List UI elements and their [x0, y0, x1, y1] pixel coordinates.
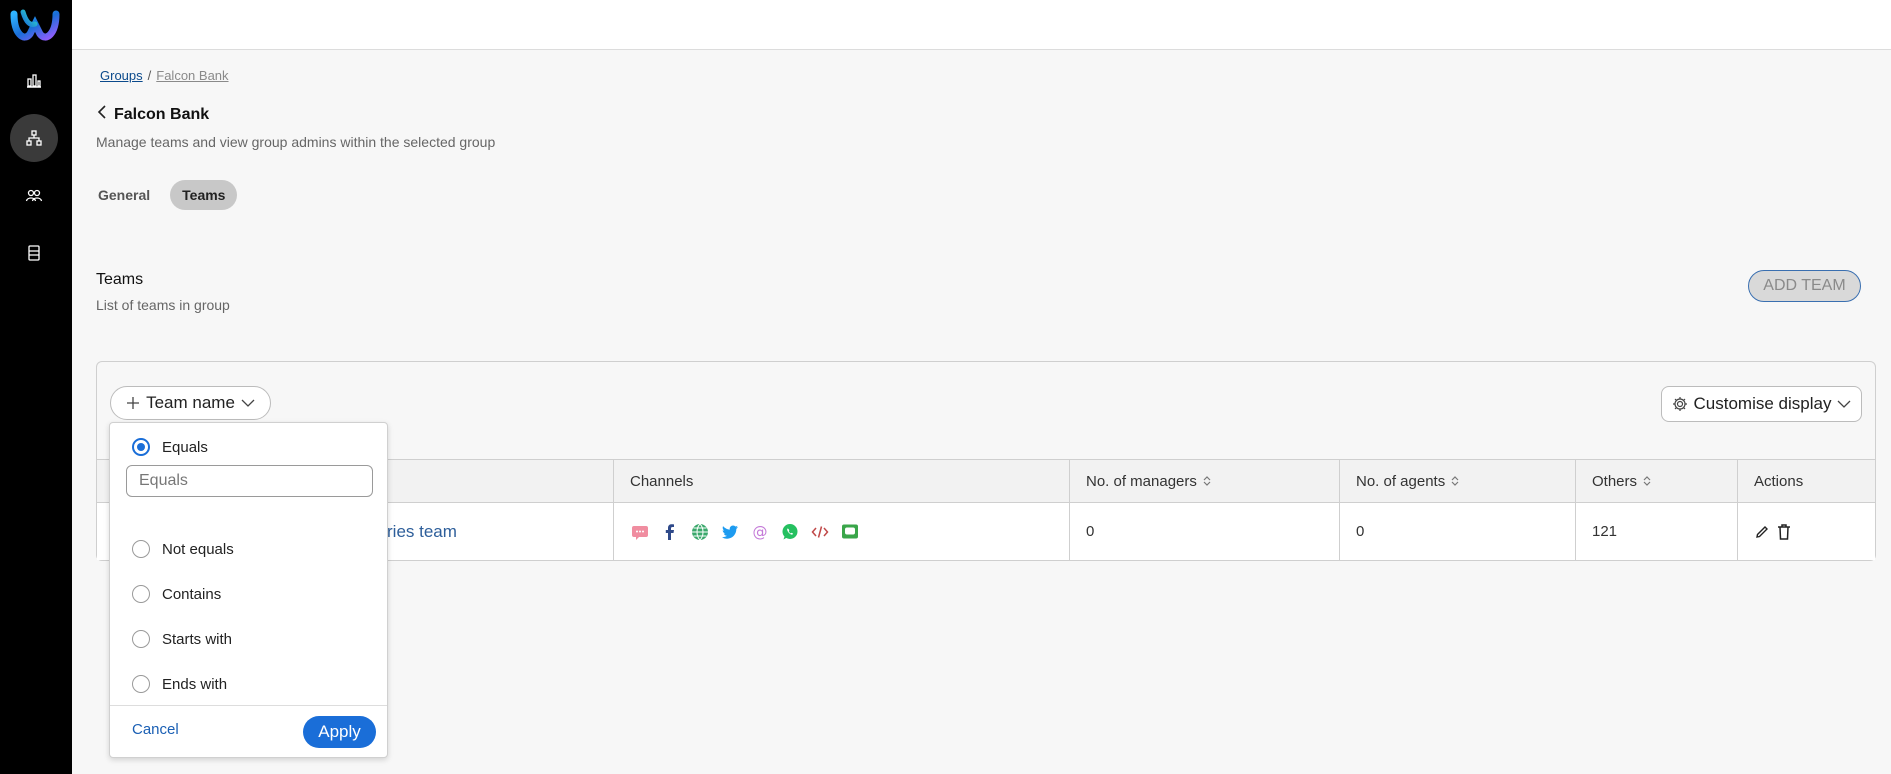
option-label: Contains	[162, 585, 222, 603]
section-subtitle: List of teams in group	[96, 297, 230, 313]
option-not-equals[interactable]: Not equals	[132, 540, 234, 558]
header-agents[interactable]: No. of agents	[1339, 460, 1575, 502]
option-equals[interactable]: Equals	[132, 438, 208, 456]
top-header	[72, 0, 1891, 50]
customise-display-button[interactable]: Customise display	[1661, 386, 1862, 422]
sort-icon[interactable]	[1643, 475, 1651, 487]
header-agents-label: No. of agents	[1356, 472, 1446, 490]
webex-logo-icon[interactable]	[10, 4, 60, 46]
filter-value-input[interactable]	[126, 465, 373, 497]
popover-divider	[110, 705, 387, 706]
others-cell: 121	[1575, 503, 1737, 560]
header-channels: Channels	[613, 460, 1069, 502]
analytics-icon	[27, 74, 41, 88]
option-label: Ends with	[162, 675, 228, 693]
filter-chip-label: Team name	[146, 393, 235, 412]
facebook-icon	[665, 523, 674, 540]
header-others[interactable]: Others	[1575, 460, 1737, 502]
header-actions: Actions	[1737, 460, 1875, 502]
header-managers[interactable]: No. of managers	[1069, 460, 1339, 502]
sort-icon[interactable]	[1451, 475, 1459, 487]
back-chevron-icon[interactable]	[96, 104, 108, 125]
option-label: Equals	[162, 438, 208, 456]
nav-users[interactable]	[10, 172, 58, 220]
page-title: Falcon Bank	[114, 105, 210, 123]
page-subtitle: Manage teams and view group admins withi…	[96, 134, 496, 150]
chat-icon	[842, 524, 858, 538]
whatsapp-icon	[782, 523, 798, 539]
hierarchy-icon	[26, 130, 42, 146]
customise-display-label: Customise display	[1693, 394, 1832, 413]
nav-data[interactable]	[10, 229, 58, 277]
option-label: Starts with	[162, 630, 233, 648]
breadcrumb-separator: /	[147, 68, 152, 83]
apply-button[interactable]: Apply	[303, 716, 376, 748]
data-icon	[28, 245, 40, 261]
add-team-button[interactable]: ADD TEAM	[1748, 270, 1861, 302]
header-others-label: Others	[1592, 472, 1638, 490]
radio-button[interactable]	[132, 630, 150, 648]
team-name-link[interactable]: ries team	[387, 522, 457, 542]
edit-icon[interactable]	[1754, 524, 1770, 540]
managers-cell: 0	[1069, 503, 1339, 560]
option-label: Not equals	[162, 540, 234, 558]
radio-button[interactable]	[132, 540, 150, 558]
cancel-button[interactable]: Cancel	[132, 721, 179, 738]
option-ends-with[interactable]: Ends with	[132, 675, 227, 693]
option-starts-with[interactable]: Starts with	[132, 630, 232, 648]
tab-teams[interactable]: Teams	[170, 180, 238, 210]
channels-cell: @	[613, 503, 1069, 560]
radio-button[interactable]	[132, 438, 150, 456]
header-managers-label: No. of managers	[1086, 472, 1197, 490]
section-title: Teams	[96, 271, 144, 288]
breadcrumb-groups-link[interactable]: Groups	[100, 68, 143, 83]
gear-icon	[1672, 397, 1687, 411]
agents-cell: 0	[1339, 503, 1575, 560]
radio-button[interactable]	[132, 675, 150, 693]
web-icon	[692, 523, 708, 540]
chevron-down-icon	[241, 399, 255, 407]
sms-icon	[632, 525, 648, 540]
nav-analytics[interactable]	[10, 56, 58, 104]
sidebar	[0, 0, 72, 774]
radio-button[interactable]	[132, 585, 150, 603]
nav-hierarchy[interactable]	[10, 114, 58, 162]
sort-icon[interactable]	[1203, 475, 1211, 487]
svg-text:@: @	[753, 523, 768, 541]
breadcrumb: Groups / Falcon Bank	[100, 68, 229, 83]
page-header: Falcon Bank	[96, 104, 209, 125]
email-icon: @	[753, 523, 768, 541]
delete-icon[interactable]	[1776, 523, 1792, 541]
option-contains[interactable]: Contains	[132, 585, 221, 603]
twitter-icon	[722, 525, 738, 539]
tabs: General Teams	[96, 180, 238, 210]
plus-icon	[127, 397, 140, 409]
code-icon	[811, 525, 829, 538]
tab-general[interactable]: General	[96, 180, 162, 210]
users-icon	[25, 189, 43, 202]
filter-popover: Equals Not equals Contains Starts with E…	[109, 422, 388, 758]
team-name-filter-chip[interactable]: Team name	[110, 386, 271, 420]
chevron-down-icon	[1838, 400, 1851, 408]
breadcrumb-current: Falcon Bank	[156, 68, 229, 83]
actions-cell	[1737, 503, 1875, 560]
